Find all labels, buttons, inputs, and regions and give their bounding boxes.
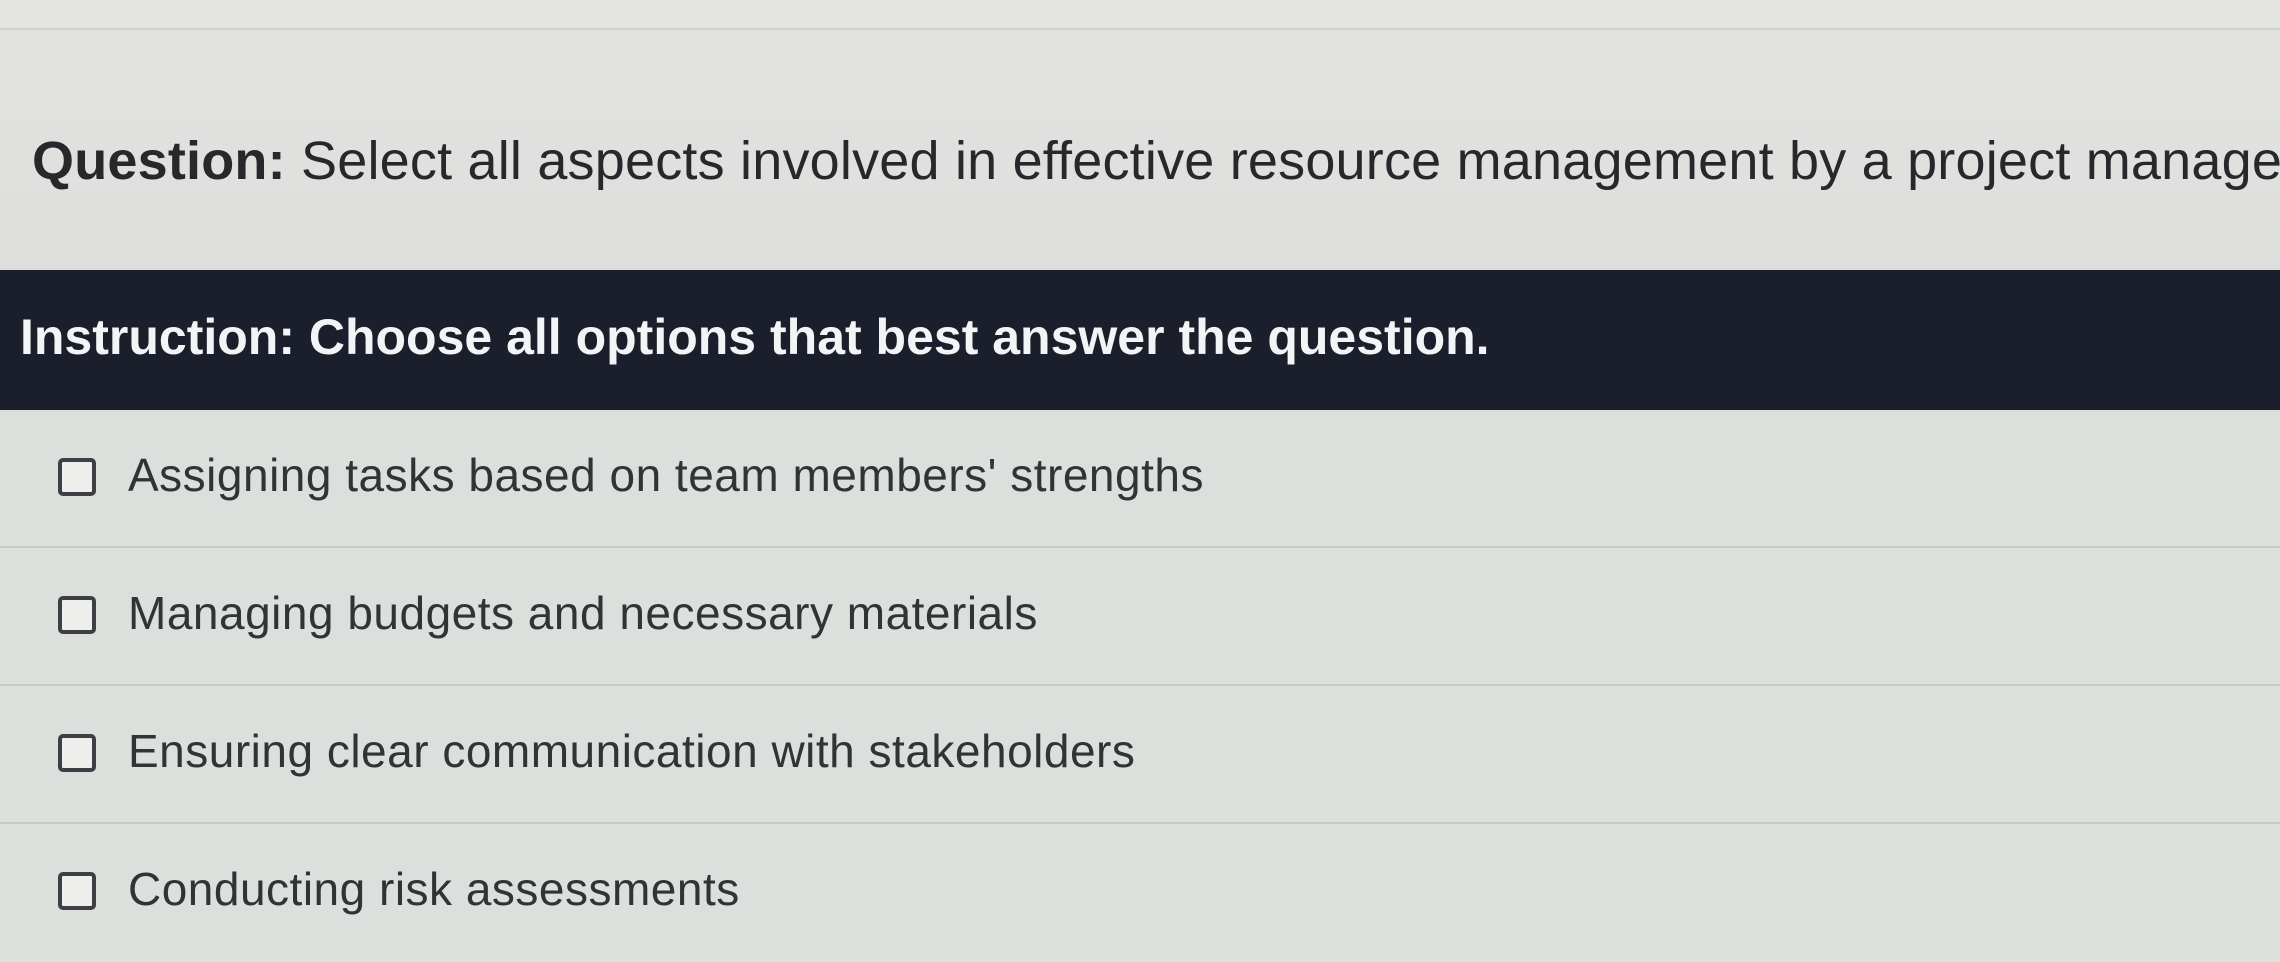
question-body: Select all aspects involved in effective… [301, 131, 2280, 191]
checkbox-icon[interactable] [58, 872, 96, 910]
option-label[interactable]: Conducting risk assessments [128, 862, 740, 916]
instruction-text: Instruction: Choose all options that bes… [20, 309, 1490, 365]
option-clear-communication[interactable]: Ensuring clear communication with stakeh… [0, 686, 2280, 824]
option-label[interactable]: Assigning tasks based on team members' s… [128, 448, 1204, 502]
options-list: Assigning tasks based on team members' s… [0, 410, 2280, 962]
option-label[interactable]: Ensuring clear communication with stakeh… [128, 724, 1135, 778]
checkbox-icon[interactable] [58, 734, 96, 772]
top-strip [0, 0, 2280, 30]
option-label[interactable]: Managing budgets and necessary materials [128, 586, 1038, 640]
option-assigning-tasks[interactable]: Assigning tasks based on team members' s… [0, 410, 2280, 548]
instruction-bar: Instruction: Choose all options that bes… [0, 270, 2280, 410]
question-text: Question: Select all aspects involved in… [32, 130, 2280, 192]
checkbox-icon[interactable] [58, 458, 96, 496]
option-managing-budgets[interactable]: Managing budgets and necessary materials [0, 548, 2280, 686]
option-risk-assessments[interactable]: Conducting risk assessments [0, 824, 2280, 962]
question-label: Question: [32, 131, 286, 191]
checkbox-icon[interactable] [58, 596, 96, 634]
question-section: Question: Select all aspects involved in… [0, 30, 2280, 270]
